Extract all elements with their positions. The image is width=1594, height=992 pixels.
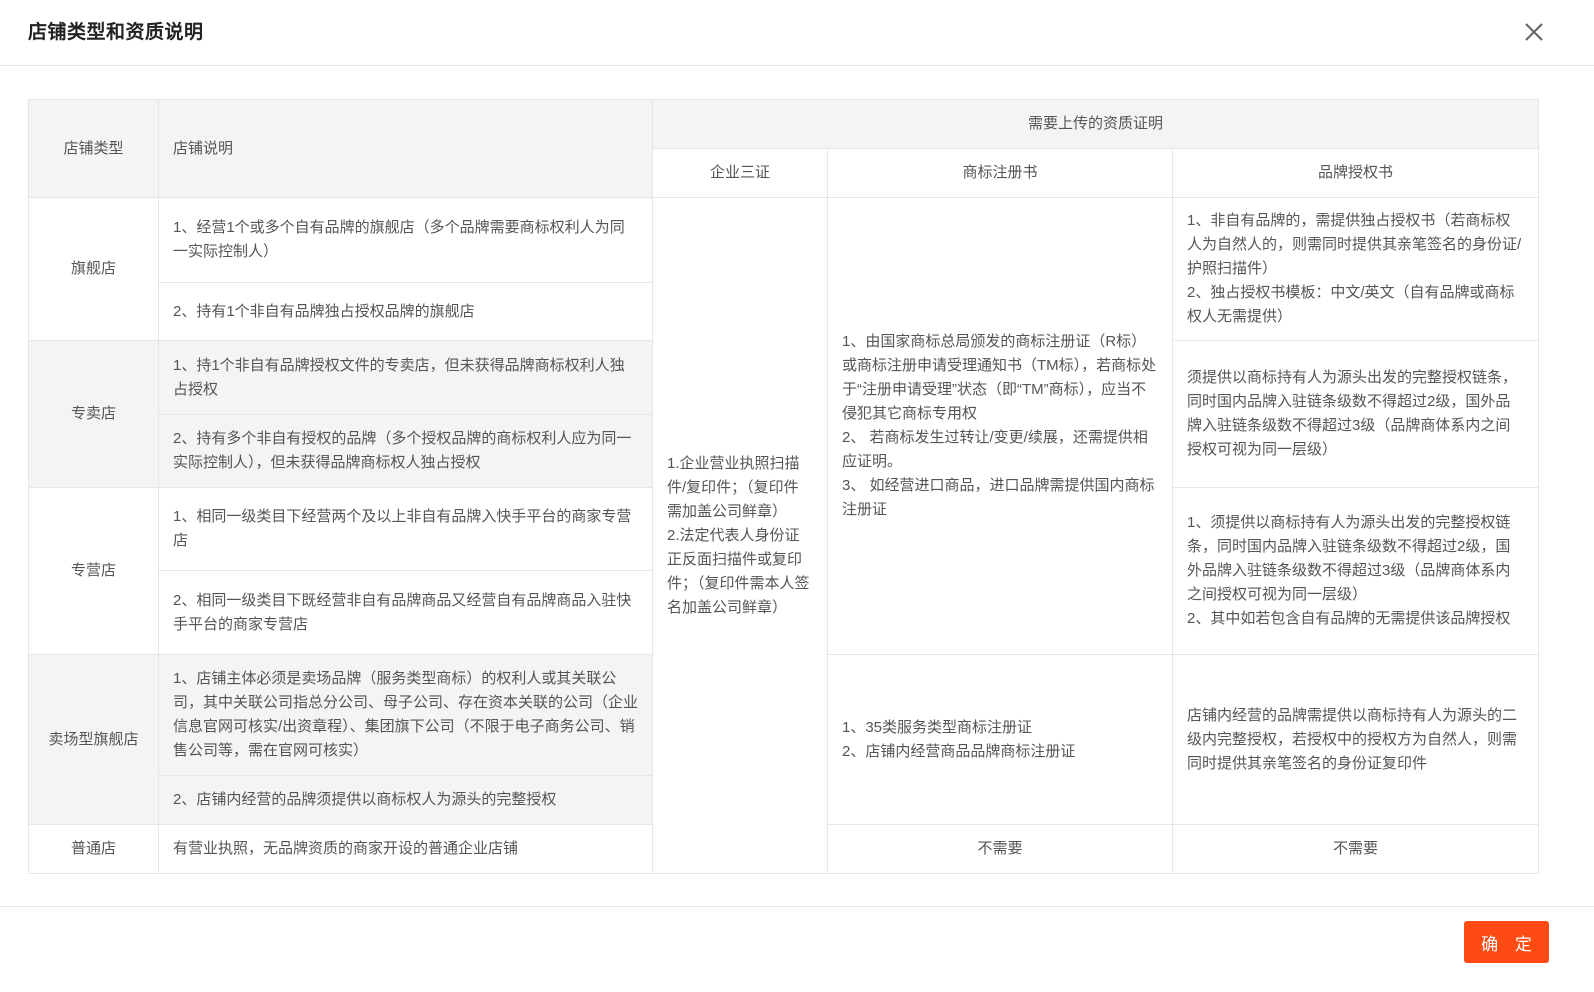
header-cert: 企业三证: [652, 148, 828, 198]
specialty-desc-1: 1、持1个非自有品牌授权文件的专卖店，但未获得品牌商标权利人独占授权: [158, 340, 653, 415]
close-icon[interactable]: [1520, 18, 1548, 46]
header-shop-type: 店铺类型: [28, 99, 159, 198]
mall-desc-1: 1、店铺主体必须是卖场品牌（服务类型商标）的权利人或其关联公司，其中关联公司指总…: [158, 654, 653, 776]
shop-type-franchise: 专营店: [28, 487, 159, 655]
table-header-row: 店铺类型 店铺说明 需要上传的资质证明: [28, 99, 1539, 198]
ordinary-desc: 有营业执照，无品牌资质的商家开设的普通企业店铺: [158, 824, 653, 874]
dialog-header: 店铺类型和资质说明: [0, 0, 1594, 66]
franchise-auth: 1、须提供以商标持有人为源头出发的完整授权链条，同时国内品牌入驻链条级数不得超过…: [1172, 487, 1539, 655]
cert-content: 1.企业营业执照扫描件/复印件；（复印件需加盖公司鲜章） 2.法定代表人身份证正…: [652, 197, 828, 874]
header-trademark: 商标注册书: [827, 148, 1173, 198]
specialty-auth: 须提供以商标持有人为源头出发的完整授权链条，同时国内品牌入驻链条级数不得超过2级…: [1172, 340, 1539, 488]
shop-type-mall: 卖场型旗舰店: [28, 654, 159, 825]
franchise-desc-2: 2、相同一级类目下既经营非自有品牌商品又经营自有品牌商品入驻快手平台的商家专营店: [158, 570, 653, 655]
flagship-desc-2: 2、持有1个非自有品牌独占授权品牌的旗舰店: [158, 282, 653, 341]
shop-type-flagship: 旗舰店: [28, 197, 159, 341]
trademark-shared: 1、由国家商标总局颁发的商标注册证（R标）或商标注册申请受理通知书（TM标），若…: [827, 197, 1173, 655]
mall-auth: 店铺内经营的品牌需提供以商标持有人为源头的二级内完整授权，若授权中的授权方为自然…: [1172, 654, 1539, 825]
confirm-button[interactable]: 确 定: [1464, 921, 1549, 963]
header-auth: 品牌授权书: [1172, 148, 1539, 198]
ordinary-auth: 不需要: [1172, 824, 1539, 874]
ordinary-trademark: 不需要: [827, 824, 1173, 874]
header-required-docs: 需要上传的资质证明: [652, 99, 1539, 149]
footer-divider: [0, 906, 1594, 907]
dialog-title: 店铺类型和资质说明: [28, 22, 204, 43]
specialty-desc-2: 2、持有多个非自有授权的品牌（多个授权品牌的商标权利人应为同一实际控制人），但未…: [158, 414, 653, 488]
mall-trademark: 1、35类服务类型商标注册证 2、店铺内经营商品品牌商标注册证: [827, 654, 1173, 825]
qualification-table-wrapper: 店铺类型 店铺说明 需要上传的资质证明 企业三证 商标注册书 品牌授权书 旗舰店…: [28, 99, 1539, 874]
flagship-auth: 1、非自有品牌的，需提供独占授权书（若商标权人为自然人的，则需同时提供其亲笔签名…: [1172, 197, 1539, 341]
shop-type-ordinary: 普通店: [28, 824, 159, 874]
shop-type-specialty: 专卖店: [28, 340, 159, 488]
franchise-desc-1: 1、相同一级类目下经营两个及以上非自有品牌入快手平台的商家专营店: [158, 487, 653, 571]
header-shop-desc: 店铺说明: [158, 99, 653, 198]
mall-desc-2: 2、店铺内经营的品牌须提供以商标权人为源头的完整授权: [158, 775, 653, 825]
table-row: 旗舰店 1、经营1个或多个自有品牌的旗舰店（多个品牌需要商标权利人为同一实际控制…: [28, 197, 1539, 874]
qualification-table: 店铺类型 店铺说明 需要上传的资质证明 企业三证 商标注册书 品牌授权书 旗舰店…: [28, 99, 1539, 874]
flagship-desc-1: 1、经营1个或多个自有品牌的旗舰店（多个品牌需要商标权利人为同一实际控制人）: [158, 197, 653, 283]
